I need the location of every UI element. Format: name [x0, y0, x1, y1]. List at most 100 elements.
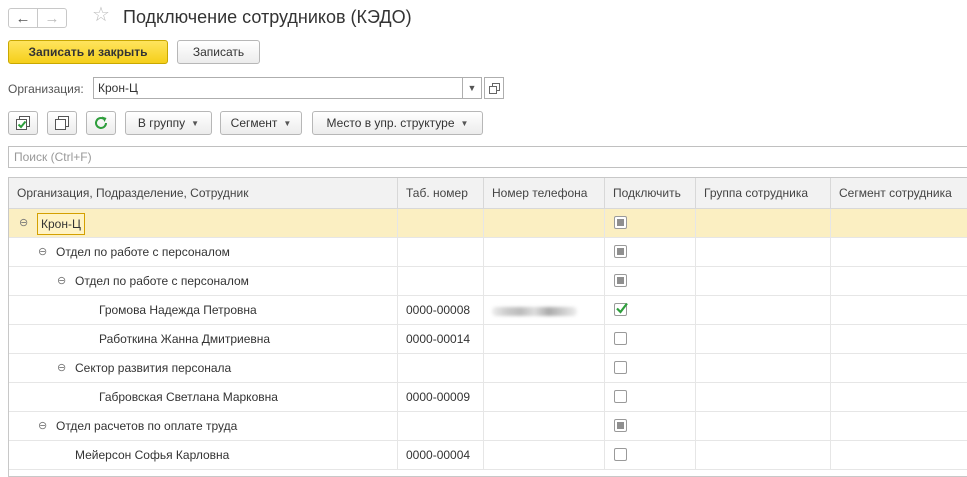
tab-number: 0000-00008	[406, 303, 471, 317]
cell-connect	[605, 209, 696, 237]
save-and-close-button[interactable]: Записать и закрыть	[8, 40, 168, 64]
column-header-employee[interactable]: Организация, Подразделение, Сотрудник	[9, 178, 398, 208]
connect-checkbox[interactable]	[614, 302, 628, 316]
column-header-connect[interactable]: Подключить	[605, 178, 696, 208]
table-row[interactable]: ⊖ Отдел по работе с персоналом	[9, 267, 967, 296]
row-name: Габровская Светлана Марковна	[99, 383, 278, 411]
connect-checkbox[interactable]	[614, 274, 627, 287]
cell-phone	[484, 441, 605, 469]
collapse-icon[interactable]: ⊖	[38, 412, 47, 440]
row-name: Отдел расчетов по оплате труда	[56, 412, 237, 440]
cell-connect	[605, 412, 696, 440]
table-row[interactable]: ⊖ Отдел расчетов по оплате труда	[9, 412, 967, 441]
check-all-button[interactable]	[8, 111, 38, 135]
tab-number: 0000-00009	[406, 390, 471, 404]
cell-employee: ⊖ Сектор развития персонала	[9, 354, 398, 382]
tab-number: 0000-00004	[406, 448, 471, 462]
cell-phone	[484, 383, 605, 411]
cell-phone	[484, 209, 605, 237]
cell-group	[696, 209, 831, 237]
row-name-text: Громова Надежда Петровна	[99, 303, 257, 317]
connect-checkbox[interactable]	[614, 245, 627, 258]
connect-checkbox[interactable]	[614, 448, 627, 461]
row-name: Крон-Ц	[37, 209, 85, 235]
phone-redacted	[492, 307, 577, 316]
cell-tab-number: 0000-00004	[398, 441, 484, 469]
connect-checkbox[interactable]	[614, 332, 627, 345]
cell-segment	[831, 209, 967, 237]
refresh-button[interactable]	[86, 111, 116, 135]
column-header-tab-number[interactable]: Таб. номер	[398, 178, 484, 208]
table-row[interactable]: Габровская Светлана Марковна 0000-00009	[9, 383, 967, 412]
save-button[interactable]: Записать	[177, 40, 260, 64]
place-structure-label: Место в упр. структуре	[326, 116, 455, 130]
search-input[interactable]: Поиск (Ctrl+F)	[8, 146, 967, 168]
row-name: Сектор развития персонала	[75, 354, 231, 382]
uncheck-all-button[interactable]	[47, 111, 77, 135]
cell-segment	[831, 412, 967, 440]
place-structure-button[interactable]: Место в упр. структуре ▼	[312, 111, 483, 135]
cell-connect	[605, 267, 696, 295]
row-name-text: Мейерсон Софья Карловна	[75, 448, 230, 462]
cell-employee: ⊖ Отдел по работе с персоналом	[9, 238, 398, 266]
connect-checkbox[interactable]	[614, 419, 627, 432]
connect-checkbox[interactable]	[614, 216, 627, 229]
table-row[interactable]: ⊖ Отдел по работе с персоналом	[9, 238, 967, 267]
cell-employee: Мейерсон Софья Карловна	[9, 441, 398, 469]
segment-button[interactable]: Сегмент ▼	[220, 111, 302, 135]
cell-group	[696, 238, 831, 266]
row-name-text: Габровская Светлана Марковна	[99, 390, 278, 404]
forward-button[interactable]: →	[37, 8, 67, 28]
cell-employee: Габровская Светлана Марковна	[9, 383, 398, 411]
column-header-segment[interactable]: Сегмент сотрудника	[831, 178, 967, 208]
organization-label: Организация:	[8, 82, 84, 96]
cell-employee: ⊖ Отдел расчетов по оплате труда	[9, 412, 398, 440]
to-group-button[interactable]: В группу ▼	[125, 111, 212, 135]
row-name: Отдел по работе с персоналом	[56, 238, 230, 266]
checkmark-icon	[616, 302, 628, 314]
cell-group	[696, 325, 831, 353]
cell-phone	[484, 267, 605, 295]
connect-checkbox[interactable]	[614, 361, 627, 374]
organization-dropdown-button[interactable]: ▼	[462, 77, 482, 99]
row-name-text: Работкина Жанна Дмитриевна	[99, 332, 271, 346]
table-row[interactable]: Громова Надежда Петровна 0000-00008	[9, 296, 967, 325]
cell-phone	[484, 238, 605, 266]
employees-table: Организация, Подразделение, Сотрудник Та…	[8, 177, 967, 477]
caret-down-icon: ▼	[191, 118, 200, 128]
table-row[interactable]: Мейерсон Софья Карловна 0000-00004	[9, 441, 967, 470]
back-button[interactable]: ←	[8, 8, 38, 28]
cell-tab-number: 0000-00009	[398, 383, 484, 411]
page-title: Подключение сотрудников (КЭДО)	[123, 7, 412, 27]
cell-segment	[831, 267, 967, 295]
column-header-group[interactable]: Группа сотрудника	[696, 178, 831, 208]
collapse-icon[interactable]: ⊖	[57, 354, 66, 382]
cell-connect	[605, 383, 696, 411]
arrow-left-icon: ←	[15, 9, 31, 27]
star-icon[interactable]: ☆	[92, 5, 110, 25]
connect-checkbox[interactable]	[614, 390, 627, 403]
cell-phone	[484, 325, 605, 353]
caret-down-icon: ▼	[460, 118, 469, 128]
cell-segment	[831, 383, 967, 411]
cell-connect	[605, 325, 696, 353]
row-name: Работкина Жанна Дмитриевна	[99, 325, 270, 353]
organization-open-button[interactable]	[484, 77, 504, 99]
table-row[interactable]: Работкина Жанна Дмитриевна 0000-00014	[9, 325, 967, 354]
to-group-label: В группу	[137, 116, 186, 130]
row-name-text: Отдел по работе с персоналом	[75, 274, 249, 288]
row-name-text: Отдел по работе с персоналом	[56, 245, 230, 259]
refresh-icon	[95, 116, 107, 129]
table-row[interactable]: ⊖ Крон-Ц	[9, 209, 967, 238]
row-name-text: Отдел расчетов по оплате труда	[56, 419, 238, 433]
cell-group	[696, 354, 831, 382]
copy-icon	[55, 116, 69, 130]
organization-field[interactable]: Крон-Ц	[93, 77, 463, 99]
cell-connect	[605, 238, 696, 266]
cell-segment	[831, 325, 967, 353]
collapse-icon[interactable]: ⊖	[19, 209, 28, 237]
collapse-icon[interactable]: ⊖	[57, 267, 66, 295]
collapse-icon[interactable]: ⊖	[38, 238, 47, 266]
table-row[interactable]: ⊖ Сектор развития персонала	[9, 354, 967, 383]
column-header-phone[interactable]: Номер телефона	[484, 178, 605, 208]
